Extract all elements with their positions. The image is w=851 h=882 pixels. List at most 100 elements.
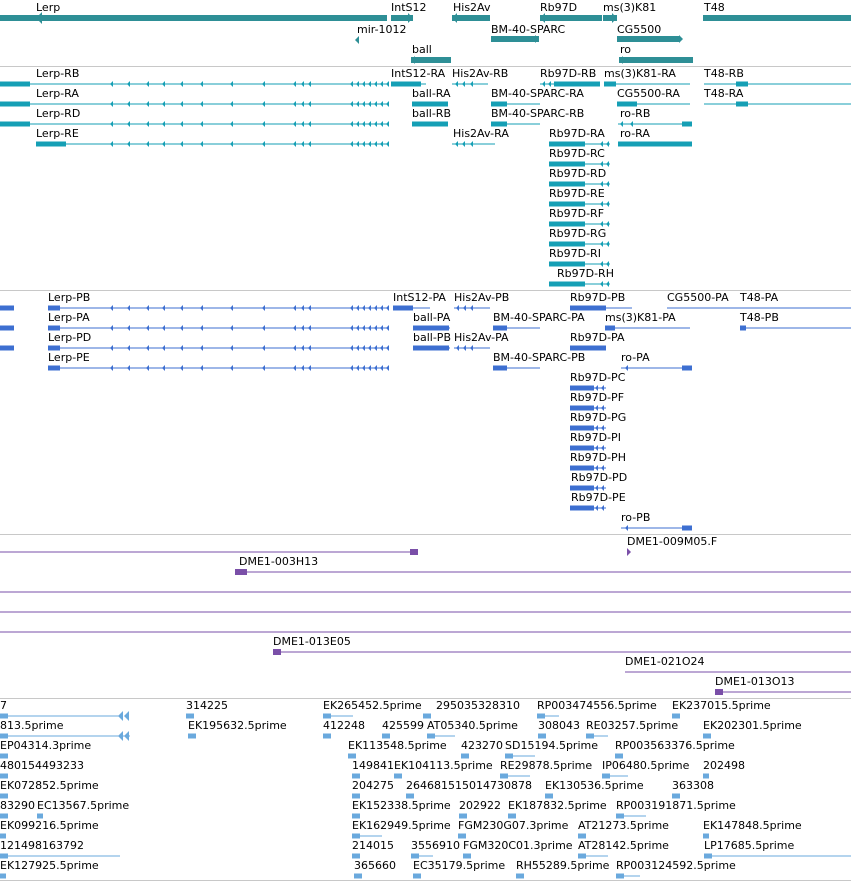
ests-label[interactable]: EK195632.5prime bbox=[188, 720, 287, 732]
transcripts-label[interactable]: Lerp-RB bbox=[36, 68, 79, 80]
gene-rb97d[interactable] bbox=[540, 15, 602, 21]
ests-label[interactable]: FGM230G07.3prime bbox=[458, 820, 568, 832]
est-block[interactable] bbox=[352, 793, 360, 799]
ests-label[interactable]: 314225 bbox=[186, 700, 228, 712]
strand-arrow-left[interactable] bbox=[293, 81, 296, 87]
est-block[interactable] bbox=[578, 833, 586, 839]
strand-arrow-left[interactable] bbox=[362, 81, 365, 87]
ests-label[interactable]: IP06480.5prime bbox=[602, 760, 689, 772]
strand-arrow-left[interactable] bbox=[462, 81, 465, 87]
ball-rb-exon[interactable] bbox=[412, 121, 448, 127]
strand-arrow-left[interactable] bbox=[127, 121, 130, 127]
est-block[interactable] bbox=[704, 853, 712, 859]
est-block[interactable] bbox=[411, 853, 419, 859]
ests-label[interactable]: RP003124592.5prime bbox=[616, 860, 736, 872]
est-block[interactable] bbox=[382, 733, 390, 739]
ro-pa-exon[interactable] bbox=[682, 365, 692, 371]
strand-arrow-left[interactable] bbox=[350, 345, 353, 351]
clones-label[interactable]: DME1-003H13 bbox=[239, 556, 318, 568]
strand-arrow-left[interactable] bbox=[470, 141, 473, 147]
est-block[interactable] bbox=[586, 733, 594, 739]
strand-arrow-left[interactable] bbox=[470, 345, 473, 351]
strand-arrow-left[interactable] bbox=[293, 141, 296, 147]
strand-arrow-left[interactable] bbox=[301, 345, 304, 351]
ests-label[interactable]: 412248 bbox=[323, 720, 365, 732]
strand-arrow-left[interactable] bbox=[200, 305, 203, 311]
strand-arrow-left[interactable] bbox=[386, 121, 389, 127]
strand-arrow-left[interactable] bbox=[600, 281, 603, 287]
ests-label[interactable]: 480154493233 bbox=[0, 760, 84, 772]
est-block[interactable] bbox=[186, 713, 194, 719]
strand-arrow-left[interactable] bbox=[293, 325, 296, 331]
strand-arrow-left[interactable] bbox=[452, 13, 457, 23]
strand-arrow-left[interactable] bbox=[146, 141, 149, 147]
est-block[interactable] bbox=[463, 853, 471, 859]
genes-label[interactable]: ball bbox=[412, 44, 432, 56]
ests-label[interactable]: EK237015.5prime bbox=[672, 700, 771, 712]
strand-arrow-left[interactable] bbox=[308, 325, 311, 331]
proteins-label[interactable]: CG5500-PA bbox=[667, 292, 729, 304]
ests-label[interactable]: 214015 bbox=[352, 840, 394, 852]
strand-arrow-left[interactable] bbox=[301, 81, 304, 87]
strand-arrow-left[interactable] bbox=[601, 505, 604, 511]
strand-arrow-right[interactable] bbox=[627, 548, 631, 556]
genes-label[interactable]: Rb97D bbox=[540, 2, 577, 14]
est-block[interactable] bbox=[188, 733, 196, 739]
ests-label[interactable]: 83290 bbox=[0, 800, 35, 812]
clones-label[interactable]: DME1-009M05.F bbox=[627, 536, 717, 548]
strand-arrow-left[interactable] bbox=[595, 505, 598, 511]
strand-arrow-left[interactable] bbox=[350, 141, 353, 147]
genes-label[interactable]: BM-40-SPARC bbox=[491, 24, 565, 36]
proteins-label[interactable]: Rb97D-PA bbox=[570, 332, 625, 344]
strand-arrow-left[interactable] bbox=[262, 325, 265, 331]
strand-arrow-left[interactable] bbox=[356, 305, 359, 311]
est-block[interactable] bbox=[323, 733, 331, 739]
strand-arrow-left[interactable] bbox=[308, 101, 311, 107]
transcripts-label[interactable]: Lerp-RD bbox=[36, 108, 80, 120]
rb97d-transcript-exon[interactable] bbox=[549, 281, 585, 287]
strand-arrow-left[interactable] bbox=[374, 305, 377, 311]
transcripts-label[interactable]: His2Av-RA bbox=[453, 128, 509, 140]
ests-label[interactable]: EK104113.5prime bbox=[394, 760, 493, 772]
strand-arrow-left[interactable] bbox=[180, 325, 183, 331]
ints12-ra-exon[interactable] bbox=[391, 81, 421, 87]
strand-arrow-left[interactable] bbox=[110, 345, 113, 351]
strand-arrow-left[interactable] bbox=[308, 81, 311, 87]
est-block[interactable] bbox=[505, 753, 513, 759]
rb97d-protein-exon[interactable] bbox=[570, 405, 594, 411]
genes-label[interactable]: IntS12 bbox=[391, 2, 427, 14]
ests-label[interactable]: EP04314.3prime bbox=[0, 740, 91, 752]
ests-label[interactable]: RP003563376.5prime bbox=[615, 740, 735, 752]
strand-arrow-right[interactable] bbox=[679, 35, 683, 43]
strand-arrow-left[interactable] bbox=[308, 305, 311, 311]
est-block[interactable] bbox=[406, 793, 414, 799]
proteins-label[interactable]: Rb97D-PE bbox=[571, 492, 626, 504]
strand-arrow-right[interactable] bbox=[612, 13, 617, 23]
est-block[interactable] bbox=[348, 753, 356, 759]
strand-arrow-left[interactable] bbox=[162, 141, 165, 147]
strand-arrow-left[interactable] bbox=[386, 345, 389, 351]
strand-arrow-left[interactable] bbox=[180, 141, 183, 147]
ests-label[interactable]: 363308 bbox=[672, 780, 714, 792]
strand-arrow-left[interactable] bbox=[200, 345, 203, 351]
strand-arrow-left[interactable] bbox=[350, 81, 353, 87]
strand-arrow-left[interactable] bbox=[110, 141, 113, 147]
est-block[interactable] bbox=[354, 873, 362, 879]
proteins-label[interactable]: His2Av-PB bbox=[454, 292, 509, 304]
est-block[interactable] bbox=[500, 773, 508, 779]
transcripts-label[interactable]: Rb97D-RD bbox=[549, 168, 606, 180]
clone-end[interactable] bbox=[235, 569, 247, 575]
ests-label[interactable]: 202498 bbox=[703, 760, 745, 772]
strand-arrow-left[interactable] bbox=[146, 365, 149, 371]
est-block[interactable] bbox=[0, 833, 6, 839]
est-block[interactable] bbox=[423, 713, 431, 719]
bm40-ra-exon[interactable] bbox=[491, 101, 507, 107]
transcripts-label[interactable]: Rb97D-RG bbox=[549, 228, 606, 240]
proteins-label[interactable]: Lerp-PD bbox=[48, 332, 91, 344]
est-block[interactable] bbox=[516, 873, 524, 879]
ests-label[interactable]: EK162949.5prime bbox=[352, 820, 451, 832]
est-block[interactable] bbox=[0, 773, 8, 779]
proteins-label[interactable]: Rb97D-PI bbox=[570, 432, 621, 444]
strand-arrow-left[interactable] bbox=[362, 345, 365, 351]
transcripts-label[interactable]: ro-RB bbox=[620, 108, 650, 120]
